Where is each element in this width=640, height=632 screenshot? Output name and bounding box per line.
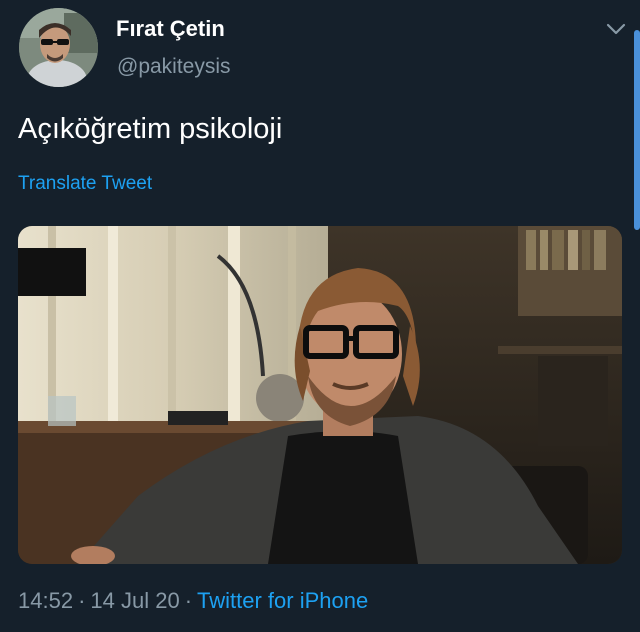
author-display-name[interactable]: Fırat Çetin	[116, 16, 225, 42]
chevron-down-icon[interactable]	[604, 20, 628, 38]
tweet-card: Fırat Çetin @pakiteysis Açıköğretim psik…	[0, 0, 640, 632]
scrollbar[interactable]	[634, 30, 640, 230]
meta-separator: ·	[78, 588, 86, 613]
author-handle[interactable]: @pakiteysis	[117, 55, 231, 79]
tweet-time[interactable]: 14:52	[18, 588, 73, 613]
meta-separator: ·	[184, 588, 193, 613]
translate-tweet-link[interactable]: Translate Tweet	[18, 173, 152, 195]
tweet-source-link[interactable]: Twitter for iPhone	[197, 588, 368, 613]
tweet-text: Açıköğretim psikoloji	[18, 113, 283, 145]
tweet-meta: 14:52 · 14 Jul 20 · Twitter for iPhone	[18, 588, 368, 614]
tweet-date[interactable]: 14 Jul 20	[90, 588, 179, 613]
tweet-photo[interactable]	[18, 226, 622, 564]
avatar[interactable]	[19, 8, 98, 87]
